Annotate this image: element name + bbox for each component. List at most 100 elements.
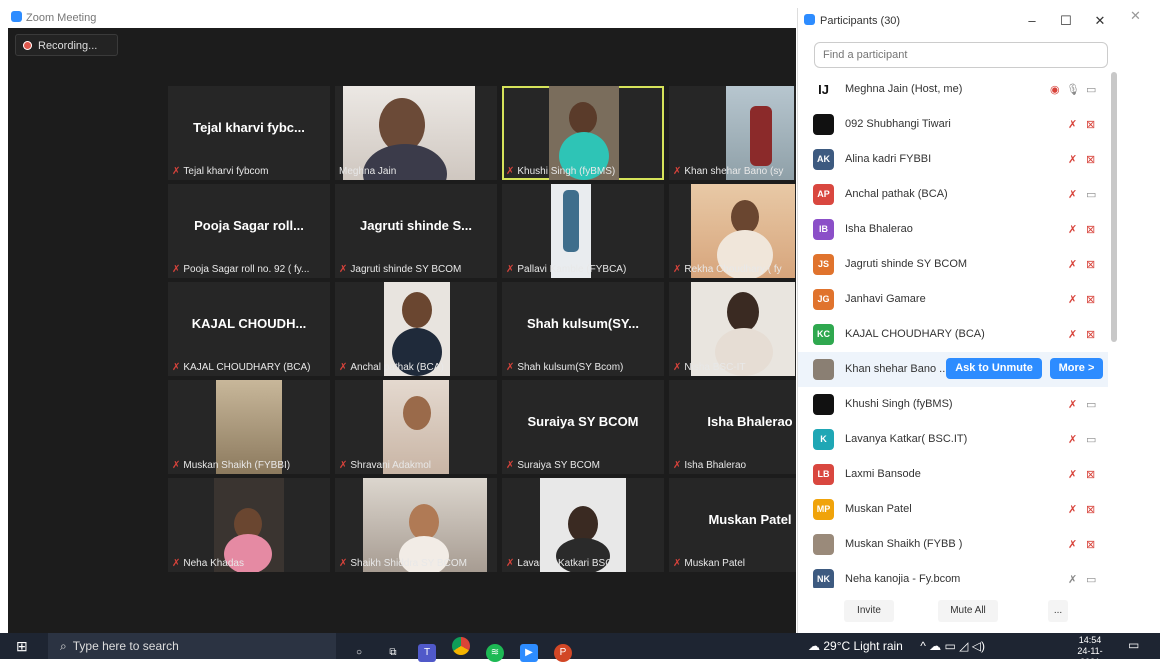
mic-muted-icon[interactable]: ✗: [1068, 328, 1077, 341]
tile-caption: ✗ Jagruti shinde SY BCOM: [339, 264, 462, 275]
video-tile[interactable]: Muskan Patel ✗ Muskan Patel: [669, 478, 796, 572]
participant-row[interactable]: Muskan Shaikh (FYBB ) ✗ ⊠: [798, 527, 1108, 562]
video-tile[interactable]: Shah kulsum(SY... ✗ Shah kulsum(SY Bcom): [502, 282, 664, 376]
video-tile[interactable]: Isha Bhalerao ✗ Isha Bhalerao: [669, 380, 796, 474]
participant-name: Muskan Patel: [845, 503, 912, 515]
mic-muted-icon[interactable]: ✗: [1068, 573, 1077, 586]
camera-icon[interactable]: ▭: [1086, 188, 1096, 201]
video-tile[interactable]: Tejal kharvi fybc... ✗ Tejal kharvi fybco…: [168, 86, 330, 180]
participant-row-hover[interactable]: Khan shehar Bano ... Ask to Unmute More …: [798, 352, 1108, 387]
participant-list-scrollbar[interactable]: [1111, 72, 1117, 342]
camera-off-icon[interactable]: ⊠: [1086, 468, 1095, 481]
camera-icon[interactable]: ▭: [1086, 398, 1096, 411]
invite-button[interactable]: Invite: [844, 600, 894, 622]
video-tile[interactable]: ✗ Lavanya Katkari BSC.IT: [502, 478, 664, 572]
window-title: Zoom Meeting: [26, 12, 97, 24]
participant-row[interactable]: K Lavanya Katkar( BSC.IT) ✗ ▭: [798, 422, 1108, 457]
chrome-icon[interactable]: [452, 637, 470, 655]
tile-caption: ✗ Neha Khadas: [172, 558, 244, 569]
participant-name: 092 Shubhangi Tiwari: [845, 118, 951, 130]
spotify-icon[interactable]: ≋: [486, 644, 504, 662]
mute-all-button[interactable]: Mute All: [938, 600, 998, 622]
more-options-button[interactable]: ...: [1048, 600, 1068, 622]
taskbar-search[interactable]: ⌕ Type here to search: [48, 633, 336, 659]
camera-off-icon[interactable]: ⊠: [1086, 258, 1095, 271]
mic-muted-icon[interactable]: ✗: [1068, 468, 1077, 481]
mic-muted-icon[interactable]: ✗: [1068, 188, 1077, 201]
participant-row[interactable]: KC KAJAL CHOUDHARY (BCA) ✗ ⊠: [798, 317, 1108, 352]
participant-row[interactable]: MP Muskan Patel ✗ ⊠: [798, 492, 1108, 527]
mic-muted-icon[interactable]: ✗: [1068, 398, 1077, 411]
participant-row[interactable]: IJ Meghna Jain (Host, me) ◉ 🎙 ▭: [798, 72, 1108, 107]
video-tile[interactable]: ✗ Pallavi Kamble (FYBCA): [502, 184, 664, 278]
participant-name: Anchal pathak (BCA): [845, 188, 948, 200]
powerpoint-icon[interactable]: P: [554, 644, 572, 662]
muted-mic-icon: ✗: [506, 460, 515, 471]
recording-button[interactable]: Recording...: [15, 34, 118, 56]
camera-icon[interactable]: ▭: [1086, 433, 1096, 446]
participant-name: Janhavi Gamare: [845, 293, 926, 305]
mic-muted-icon[interactable]: ✗: [1068, 153, 1077, 166]
video-tile[interactable]: ✗ Anchal pathak (BCA): [335, 282, 497, 376]
video-tile[interactable]: ✗ Shaikh Shiddra SY BCOM: [335, 478, 497, 572]
avatar: IB: [813, 219, 834, 240]
participant-row[interactable]: LB Laxmi Bansode ✗ ⊠: [798, 457, 1108, 492]
participant-row[interactable]: JS Jagruti shinde SY BCOM ✗ ⊠: [798, 247, 1108, 282]
mic-muted-icon[interactable]: ✗: [1068, 433, 1077, 446]
video-tile[interactable]: ✗ Neha Khadas: [168, 478, 330, 572]
tray-icons[interactable]: ^ ☁ ▭ ◿ ◁): [920, 639, 985, 653]
close-icon[interactable]: ✕: [1130, 8, 1141, 24]
windows-start-icon[interactable]: ⊞: [16, 638, 28, 655]
video-tile[interactable]: Jagruti shinde S... ✗ Jagruti shinde SY B…: [335, 184, 497, 278]
minimize-icon[interactable]: –: [1015, 8, 1049, 34]
mic-icon[interactable]: 🎙: [1066, 83, 1080, 96]
video-tile-active-speaker[interactable]: ✗ Khushi Singh (fyBMS): [502, 86, 664, 180]
participant-row[interactable]: IB Isha Bhalerao ✗ ⊠: [798, 212, 1108, 247]
mic-muted-icon[interactable]: ✗: [1068, 223, 1077, 236]
weather-widget[interactable]: ☁ 29°C Light rain ^ ☁ ▭ ◿ ◁): [808, 633, 985, 659]
participant-row[interactable]: NK Neha kanojia - Fy.bcom ✗ ▭: [798, 562, 1108, 588]
camera-off-icon[interactable]: ⊠: [1086, 503, 1095, 516]
mic-muted-icon[interactable]: ✗: [1068, 118, 1077, 131]
camera-icon[interactable]: ▭: [1086, 83, 1096, 96]
video-tile[interactable]: ✗ Muskan Shaikh (FYBBI): [168, 380, 330, 474]
video-tile[interactable]: ✗ Khan shehar Bano (sy: [669, 86, 796, 180]
mic-muted-icon[interactable]: ✗: [1068, 538, 1077, 551]
background-logo-fragment: [0, 380, 8, 580]
video-tile[interactable]: ✗ Nisha BSC-IT: [669, 282, 796, 376]
video-tile[interactable]: Pooja Sagar roll... ✗ Pooja Sagar roll no…: [168, 184, 330, 278]
teams-icon[interactable]: T: [418, 644, 436, 662]
avatar: [813, 359, 834, 380]
more-button[interactable]: More >: [1050, 358, 1103, 379]
maximize-icon[interactable]: ☐: [1049, 8, 1083, 34]
video-tile[interactable]: ✗ Rekha Choudhary ( fy: [669, 184, 796, 278]
video-tile[interactable]: Suraiya SY BCOM ✗ Suraiya SY BCOM: [502, 380, 664, 474]
zoom-icon[interactable]: ▶: [520, 644, 538, 662]
cortana-icon[interactable]: ○: [350, 644, 368, 662]
participant-row[interactable]: Khushi Singh (fyBMS) ✗ ▭: [798, 387, 1108, 422]
camera-off-icon[interactable]: ⊠: [1086, 153, 1095, 166]
participant-row[interactable]: AP Anchal pathak (BCA) ✗ ▭: [798, 177, 1108, 212]
mic-muted-icon[interactable]: ✗: [1068, 503, 1077, 516]
camera-off-icon[interactable]: ⊠: [1086, 538, 1095, 551]
participant-row[interactable]: AK Alina kadri FYBBI ✗ ⊠: [798, 142, 1108, 177]
camera-off-icon[interactable]: ⊠: [1086, 223, 1095, 236]
participant-row[interactable]: 092 Shubhangi Tiwari ✗ ⊠: [798, 107, 1108, 142]
camera-off-icon[interactable]: ⊠: [1086, 328, 1095, 341]
avatar: K: [813, 429, 834, 450]
close-icon[interactable]: ✕: [1083, 8, 1117, 34]
participant-search-input[interactable]: [814, 42, 1108, 68]
video-tile[interactable]: KAJAL CHOUDH... ✗ KAJAL CHOUDHARY (BCA): [168, 282, 330, 376]
task-view-icon[interactable]: ⧉: [384, 644, 402, 662]
video-tile[interactable]: ✗ Shravani Adakmol: [335, 380, 497, 474]
mic-muted-icon[interactable]: ✗: [1068, 293, 1077, 306]
video-tile[interactable]: Meghna Jain: [335, 86, 497, 180]
notification-icon[interactable]: ▭: [1128, 638, 1139, 652]
clock[interactable]: 14:54 24-11-2021: [1072, 635, 1108, 668]
ask-to-unmute-button[interactable]: Ask to Unmute: [946, 358, 1042, 379]
camera-icon[interactable]: ▭: [1086, 573, 1096, 586]
camera-off-icon[interactable]: ⊠: [1086, 293, 1095, 306]
participant-row[interactable]: JG Janhavi Gamare ✗ ⊠: [798, 282, 1108, 317]
camera-off-icon[interactable]: ⊠: [1086, 118, 1095, 131]
mic-muted-icon[interactable]: ✗: [1068, 258, 1077, 271]
